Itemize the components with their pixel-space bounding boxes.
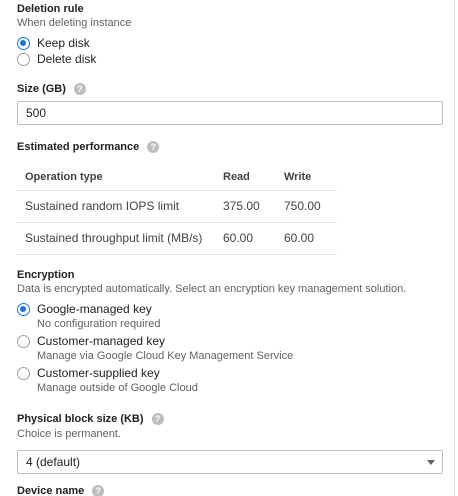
radio-unchecked-icon <box>17 334 30 348</box>
customer-managed-key-label: Customer-managed key <box>37 334 166 348</box>
delete-disk-label: Delete disk <box>37 52 97 66</box>
read-cell: 60.00 <box>223 222 284 255</box>
radio-unchecked-icon <box>17 52 30 66</box>
table-header-row: Operation type Read Write <box>17 164 337 191</box>
column-header-operation: Operation type <box>17 164 223 191</box>
customer-managed-key-radio[interactable]: Customer-managed key <box>17 333 165 349</box>
radio-checked-icon <box>17 302 30 316</box>
performance-table: Operation type Read Write Sustained rand… <box>17 164 337 255</box>
block-size-subtitle: Choice is permanent. <box>17 428 121 440</box>
device-name-label-text: Device name <box>17 485 85 496</box>
keep-disk-label: Keep disk <box>37 36 90 50</box>
deletion-rule-subtitle: When deleting instance <box>17 17 132 29</box>
radio-checked-icon <box>17 36 30 50</box>
radio-unchecked-icon <box>17 366 30 380</box>
device-name-label: Device name? <box>17 485 105 496</box>
block-size-label: Physical block size (KB)? <box>17 413 164 426</box>
column-header-read: Read <box>223 164 284 191</box>
help-icon[interactable]: ? <box>147 141 160 154</box>
customer-supplied-key-description: Manage outside of Google Cloud <box>37 382 198 394</box>
google-managed-key-description: No configuration required <box>37 318 161 330</box>
google-managed-key-radio[interactable]: Google-managed key <box>17 301 152 317</box>
help-icon[interactable]: ? <box>151 413 164 426</box>
deletion-rule-title: Deletion rule <box>17 3 84 15</box>
encryption-title: Encryption <box>17 269 75 281</box>
size-label-text: Size (GB) <box>17 83 66 95</box>
help-icon[interactable]: ? <box>73 83 86 96</box>
read-cell: 375.00 <box>223 190 284 223</box>
customer-supplied-key-radio[interactable]: Customer-supplied key <box>17 365 160 381</box>
table-row: Sustained throughput limit (MB/s) 60.00 … <box>17 222 337 255</box>
dropdown-caret-icon <box>427 460 435 465</box>
size-label: Size (GB)? <box>17 83 86 96</box>
delete-disk-radio[interactable]: Delete disk <box>17 51 96 67</box>
block-size-selected-value: 4 (default) <box>26 455 81 469</box>
performance-title: Estimated performance? <box>17 141 160 154</box>
google-managed-key-label: Google-managed key <box>37 302 152 316</box>
customer-supplied-key-label: Customer-supplied key <box>37 366 160 380</box>
keep-disk-radio[interactable]: Keep disk <box>17 35 90 51</box>
customer-managed-key-description: Manage via Google Cloud Key Management S… <box>37 350 294 362</box>
table-row: Sustained random IOPS limit 375.00 750.0… <box>17 190 337 223</box>
operation-cell: Sustained random IOPS limit <box>17 190 223 223</box>
block-size-select[interactable]: 4 (default) <box>17 450 443 474</box>
write-cell: 750.00 <box>284 190 337 223</box>
operation-cell: Sustained throughput limit (MB/s) <box>17 222 223 255</box>
size-input[interactable] <box>17 101 443 125</box>
column-header-write: Write <box>284 164 337 191</box>
panel-edge <box>454 0 455 496</box>
performance-title-text: Estimated performance <box>17 141 140 153</box>
write-cell: 60.00 <box>284 222 337 255</box>
block-size-label-text: Physical block size (KB) <box>17 413 144 425</box>
encryption-subtitle: Data is encrypted automatically. Select … <box>17 283 407 295</box>
help-icon[interactable]: ? <box>92 485 105 496</box>
